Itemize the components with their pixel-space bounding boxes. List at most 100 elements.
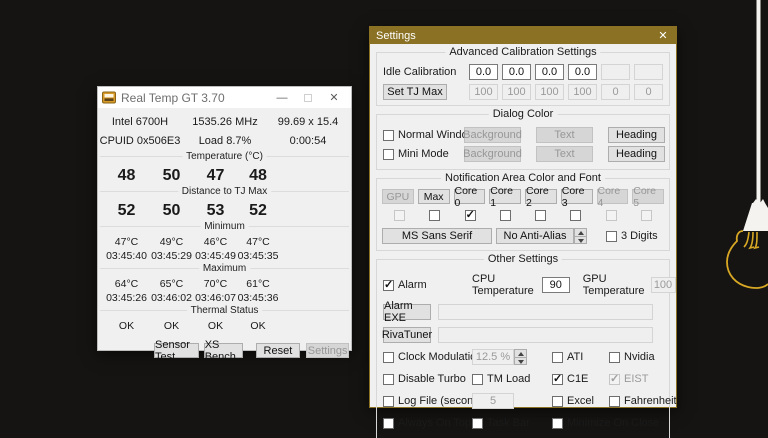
cpu-multiplier: 99.69 x 15.4 (268, 116, 348, 128)
always-on-top-checkbox[interactable]: Always On Top (383, 417, 472, 429)
core0-show-checkbox[interactable] (465, 210, 476, 221)
realtemp-titlebar[interactable]: Real Temp GT 3.70 — ✕ (98, 87, 351, 108)
core1-color-button[interactable]: Core 1 (489, 189, 521, 204)
spin-up-icon[interactable] (514, 349, 527, 358)
realtemp-app-icon (102, 91, 116, 104)
distance-value: 53 (194, 202, 237, 220)
mini-mode-checkbox[interactable]: Mini Mode (383, 148, 464, 160)
minimum-section: Minimum 47°C 49°C 46°C 47°C 03:45:40 03:… (100, 226, 349, 268)
minimize-icon[interactable]: — (269, 89, 295, 107)
distance-section-label: Distance to TJ Max (178, 186, 271, 197)
tjmax-field (535, 84, 564, 100)
checkbox-box[interactable] (552, 352, 563, 363)
set-tjmax-button[interactable]: Set TJ Max (383, 84, 447, 100)
core3-color-button[interactable]: Core 3 (561, 189, 593, 204)
max-time: 03:45:26 (104, 292, 149, 304)
thermal-status: OK (237, 320, 279, 332)
max-color-button[interactable]: Max (418, 189, 450, 204)
core2-show-checkbox[interactable] (535, 210, 546, 221)
ati-checkbox[interactable]: ATI (552, 351, 609, 363)
log-file-checkbox[interactable]: Log File (seconds) (383, 395, 472, 407)
idle-calibration-field[interactable] (469, 64, 498, 80)
minimum-section-label: Minimum (200, 221, 249, 232)
checkbox-box[interactable] (383, 280, 394, 291)
cpu-name: Intel 6700H (98, 116, 182, 128)
max-time: 03:46:07 (194, 292, 237, 304)
distance-value: 50 (149, 202, 194, 220)
max-show-checkbox[interactable] (429, 210, 440, 221)
fahrenheit-checkbox[interactable]: Fahrenheit (609, 395, 677, 407)
alarm-exe-button[interactable]: Alarm EXE (383, 304, 431, 320)
spin-down-icon[interactable] (514, 358, 527, 366)
checkbox-box[interactable] (552, 374, 563, 385)
cpu-load: Load 8.7% (182, 135, 268, 147)
core3-show-checkbox[interactable] (570, 210, 581, 221)
core4-show-checkbox (606, 210, 617, 221)
checkbox-box[interactable] (383, 352, 394, 363)
checkbox-box[interactable] (609, 352, 620, 363)
antialias-button[interactable]: No Anti-Alias (496, 228, 574, 244)
checkbox-box[interactable] (383, 418, 394, 429)
max-time: 03:45:36 (237, 292, 279, 304)
spin-down-icon[interactable] (574, 237, 587, 245)
excel-checkbox[interactable]: Excel (552, 395, 609, 407)
gpu-show-checkbox (394, 210, 405, 221)
settings-titlebar[interactable]: Settings ✕ (370, 27, 676, 44)
checkbox-box[interactable] (383, 149, 394, 160)
normal-window-checkbox[interactable]: Normal Window (383, 129, 464, 141)
font-select-button[interactable]: MS Sans Serif (382, 228, 492, 244)
core2-color-button[interactable]: Core 2 (525, 189, 557, 204)
min-time: 03:45:29 (149, 250, 194, 262)
thermal-status: OK (194, 320, 237, 332)
thermal-status-values: OK OK OK OK (104, 318, 349, 338)
spin-up-icon[interactable] (574, 228, 587, 237)
checkbox-box[interactable] (552, 418, 563, 429)
close-icon[interactable]: ✕ (321, 89, 347, 107)
tm-load-checkbox[interactable]: TM Load (472, 373, 552, 385)
checkbox-box[interactable] (606, 231, 617, 242)
checkbox-box[interactable] (383, 374, 394, 385)
c1e-checkbox[interactable]: C1E (552, 373, 609, 385)
other-settings-group: Other Settings Alarm CPU Temperature GPU… (376, 259, 670, 438)
sensor-test-button[interactable]: Sensor Test (154, 343, 199, 358)
checkbox-box[interactable] (609, 396, 620, 407)
cpuid: CPUID 0x506E3 (98, 135, 182, 147)
idle-calibration-field[interactable] (502, 64, 531, 80)
min-temp: 47°C (104, 236, 149, 248)
disable-turbo-checkbox[interactable]: Disable Turbo (383, 373, 472, 385)
alarm-exe-path-field[interactable] (438, 304, 653, 320)
max-temp: 65°C (149, 278, 194, 290)
maximum-section-label: Maximum (199, 263, 250, 274)
minimize-on-close-checkbox[interactable]: Minimize On Close (552, 417, 659, 429)
tjmax-field (469, 84, 498, 100)
checkbox-box[interactable] (383, 396, 394, 407)
checkbox-box[interactable] (552, 396, 563, 407)
checkbox-box[interactable] (383, 130, 394, 141)
idle-calibration-field[interactable] (568, 64, 597, 80)
checkbox-box[interactable] (472, 374, 483, 385)
reset-button[interactable]: Reset (256, 343, 301, 358)
xs-bench-button[interactable]: XS Bench (204, 343, 243, 358)
mini-heading-button[interactable]: Heading (608, 146, 665, 162)
max-temp: 70°C (194, 278, 237, 290)
close-icon[interactable]: ✕ (650, 27, 676, 44)
three-digits-checkbox[interactable]: 3 Digits (606, 230, 658, 242)
clock-modulation-spinner[interactable] (514, 349, 527, 365)
cpu-temperature-label: CPU Temperature (472, 273, 534, 297)
antialias-spinner[interactable] (574, 228, 587, 244)
core1-show-checkbox[interactable] (500, 210, 511, 221)
nvidia-checkbox[interactable]: Nvidia (609, 351, 655, 363)
alarm-checkbox[interactable]: Alarm (383, 279, 472, 291)
rivatuner-path-field (438, 327, 653, 343)
idle-calibration-field[interactable] (535, 64, 564, 80)
normal-heading-button[interactable]: Heading (608, 127, 665, 143)
normal-text-button: Text (536, 127, 593, 143)
checkbox-box[interactable] (472, 418, 483, 429)
cpu-temperature-field[interactable] (542, 277, 570, 293)
thermal-status: OK (104, 320, 149, 332)
task-bar-checkbox[interactable]: Task Bar (472, 417, 552, 429)
core0-color-button[interactable]: Core 0 (454, 189, 486, 204)
clock-modulation-checkbox[interactable]: Clock Modulation (383, 351, 472, 363)
rivatuner-button[interactable]: RivaTuner (383, 327, 431, 343)
notification-area-group: Notification Area Color and Font GPU Max… (376, 178, 670, 251)
